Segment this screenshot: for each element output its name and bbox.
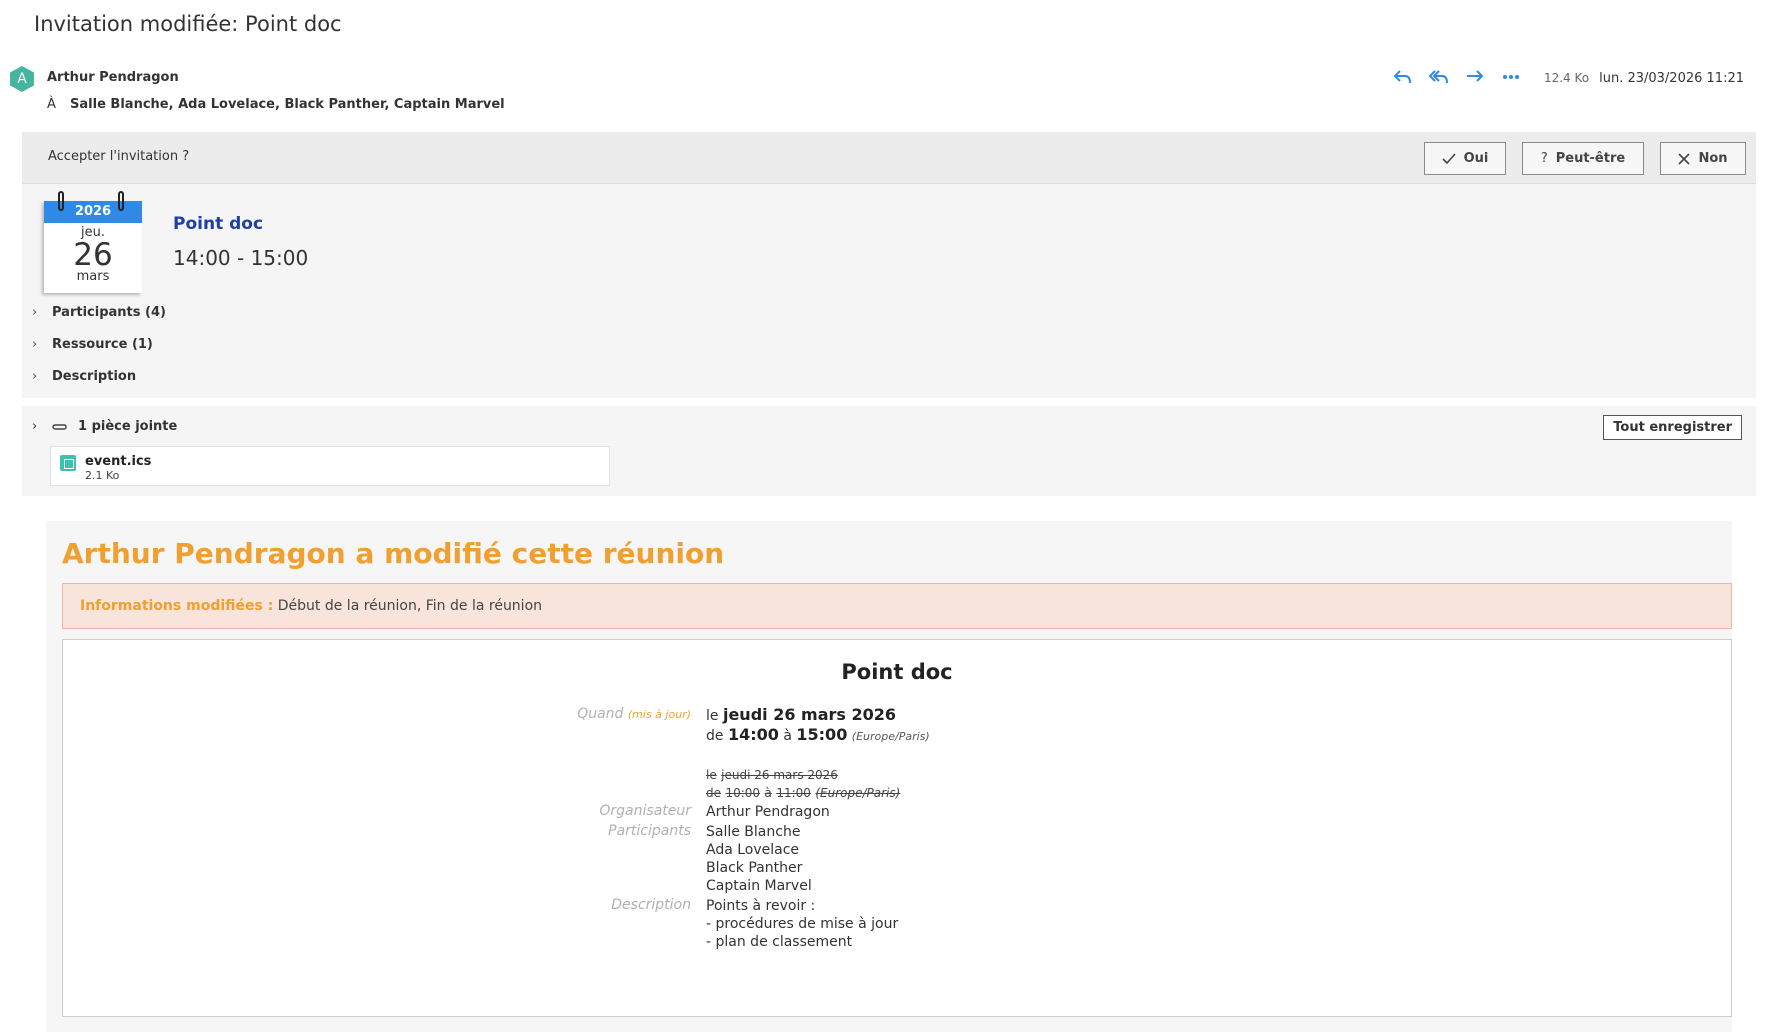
message-actions xyxy=(1392,66,1522,88)
event-title: Point doc xyxy=(173,214,264,234)
sender-name[interactable]: Arthur Pendragon xyxy=(47,70,179,85)
calendar-file-icon xyxy=(60,455,76,471)
accept-label: Oui xyxy=(1463,151,1489,166)
chevron-right-icon: › xyxy=(32,305,38,320)
old-a: à xyxy=(764,786,772,800)
new-time-line: de 14:00 à 15:00 (Europe/Paris) xyxy=(706,726,930,746)
save-all-button[interactable]: Tout enregistrer xyxy=(1603,415,1742,440)
old-time-line: de 10:00 à 11:00 (Europe/Paris) xyxy=(706,784,900,802)
new-start: 14:00 xyxy=(727,725,779,744)
old-timezone: (Europe/Paris) xyxy=(815,786,901,800)
chevron-right-icon: › xyxy=(32,369,38,384)
description-label: Description xyxy=(611,897,691,913)
attachment-size: 2.1 Ko xyxy=(85,469,120,482)
check-icon xyxy=(1442,152,1456,164)
calendar-day: 26 xyxy=(73,237,113,273)
attachment-file[interactable]: event.ics 2.1 Ko xyxy=(50,446,610,486)
attachment-name: event.ics xyxy=(85,454,152,469)
reply-all-icon[interactable] xyxy=(1428,66,1450,88)
message-body: Arthur Pendragon a modifié cette réunion… xyxy=(46,521,1732,1032)
description-expander[interactable]: › Description xyxy=(32,369,136,384)
message-date: lun. 23/03/2026 11:21 xyxy=(1599,71,1744,86)
old-le: le xyxy=(706,768,717,782)
old-date-line: le jeudi 26 mars 2026 xyxy=(706,766,838,784)
attachments-expander[interactable]: › 1 pièce jointe xyxy=(32,419,177,434)
resource-label: Ressource (1) xyxy=(52,337,153,352)
updated-tag: (mis à jour) xyxy=(627,708,691,721)
new-a: à xyxy=(783,728,792,744)
question-icon: ? xyxy=(1540,151,1548,166)
close-icon xyxy=(1678,152,1691,165)
calendar-date-icon: 2026 jeu. 26 mars xyxy=(44,191,142,293)
when-label-text: Quand xyxy=(577,706,624,722)
participants-expander[interactable]: › Participants (4) xyxy=(32,305,166,320)
description-line: - plan de classement xyxy=(706,934,853,950)
participant-item: Captain Marvel xyxy=(706,878,812,894)
participant-item: Salle Blanche xyxy=(706,824,801,840)
new-end: 15:00 xyxy=(796,725,848,744)
chevron-right-icon: › xyxy=(32,419,38,434)
message-meta: 12.4 Ko lun. 23/03/2026 11:21 xyxy=(1544,71,1744,86)
new-date-line: le jeudi 26 mars 2026 xyxy=(706,706,896,725)
change-headline: Arthur Pendragon a modifié cette réunion xyxy=(62,537,725,570)
reply-icon[interactable] xyxy=(1392,66,1414,88)
accept-button[interactable]: Oui xyxy=(1424,142,1506,175)
message-subject: Invitation modifiée: Point doc xyxy=(34,12,342,36)
recipients-list[interactable]: Salle Blanche, Ada Lovelace, Black Panth… xyxy=(70,97,505,112)
participants-label: Participants xyxy=(608,823,691,839)
old-end: 11:00 xyxy=(776,786,811,800)
old-date: jeudi 26 mars 2026 xyxy=(721,768,838,782)
participants-label: Participants (4) xyxy=(52,305,166,320)
tentative-button[interactable]: ? Peut-être xyxy=(1522,142,1644,175)
recipients-line: À Salle Blanche, Ada Lovelace, Black Pan… xyxy=(47,97,505,112)
resource-expander[interactable]: › Ressource (1) xyxy=(32,337,153,352)
event-time: 14:00 - 15:00 xyxy=(173,246,309,270)
event-details-card: Point doc Quand (mis à jour) le jeudi 26… xyxy=(62,639,1732,1017)
decline-button[interactable]: Non xyxy=(1660,142,1746,175)
paperclip-icon xyxy=(52,423,67,430)
new-de: de xyxy=(706,728,724,744)
organizer-value: Arthur Pendragon xyxy=(706,804,830,820)
new-timezone: (Europe/Paris) xyxy=(851,730,930,743)
calendar-ring-right xyxy=(118,191,124,211)
message-size: 12.4 Ko xyxy=(1543,71,1590,85)
new-le: le xyxy=(706,708,719,724)
invitation-question: Accepter l'invitation ? xyxy=(48,149,190,164)
attachments-heading: 1 pièce jointe xyxy=(78,419,178,434)
changes-text: Début de la réunion, Fin de la réunion xyxy=(273,598,543,614)
participant-item: Ada Lovelace xyxy=(706,842,800,858)
organizer-label: Organisateur xyxy=(599,803,691,819)
event-details-title: Point doc xyxy=(841,660,953,684)
when-label: Quand (mis à jour) xyxy=(577,706,691,722)
old-de: de xyxy=(706,786,721,800)
changes-label: Informations modifiées : xyxy=(80,598,274,614)
invitation-bar: Accepter l'invitation ? Oui ? Peut-être … xyxy=(22,132,1756,184)
calendar-ring-left xyxy=(58,191,64,211)
description-label: Description xyxy=(52,369,137,384)
more-options-icon[interactable] xyxy=(1500,66,1522,88)
chevron-right-icon: › xyxy=(32,337,38,352)
new-date: jeudi 26 mars 2026 xyxy=(722,705,897,724)
event-panel: 2026 jeu. 26 mars Point doc 14:00 - 15:0… xyxy=(22,184,1756,398)
description-line: Points à revoir : xyxy=(706,898,816,914)
tentative-label: Peut-être xyxy=(1555,151,1626,166)
attachments-panel: › 1 pièce jointe Tout enregistrer event.… xyxy=(22,406,1756,496)
sender-avatar: A xyxy=(10,66,34,92)
old-start: 10:00 xyxy=(725,786,761,800)
description-line: - procédures de mise à jour xyxy=(706,916,899,932)
forward-icon[interactable] xyxy=(1464,66,1486,88)
recipients-prefix: À xyxy=(47,97,56,112)
calendar-month: mars xyxy=(76,269,110,284)
participant-item: Black Panther xyxy=(706,860,803,876)
decline-label: Non xyxy=(1698,151,1728,166)
changes-banner: Informations modifiées : Début de la réu… xyxy=(62,583,1732,629)
